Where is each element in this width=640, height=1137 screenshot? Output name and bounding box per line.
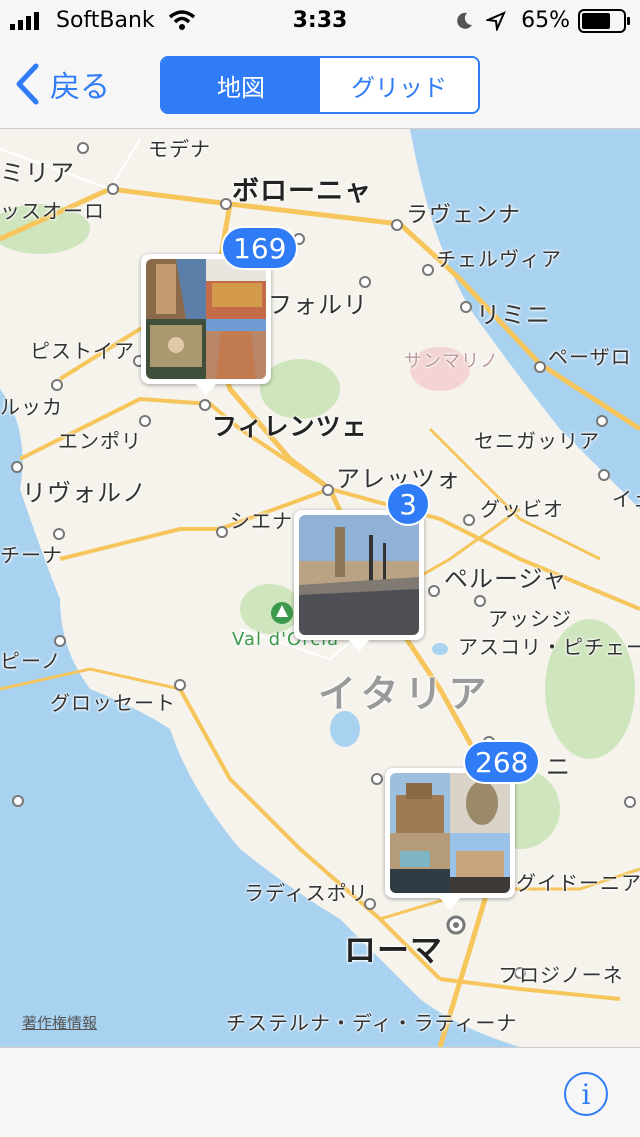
- map-label-cina: チーナ: [0, 543, 63, 567]
- map-label-modena: モデナ: [148, 137, 211, 161]
- location-arrow-icon: [486, 11, 506, 31]
- map-label-lucca: ルッカ: [0, 395, 63, 419]
- map-label-perugia: ペルージャ: [444, 565, 568, 593]
- map-label-roma: ローマ: [344, 931, 444, 969]
- map-label-siena: シエナ: [230, 509, 293, 533]
- battery-percent: 65%: [521, 8, 570, 33]
- segment-grid[interactable]: グリッド: [320, 58, 478, 112]
- map-label-gubbio: グッビオ: [480, 497, 564, 521]
- map-label-ladispoli: ラディスポリ: [244, 881, 369, 905]
- map-label-firenze: フィレンツェ: [212, 412, 368, 441]
- map-label-cervia: チェルヴィア: [436, 247, 562, 271]
- map-label-pesaro: ペーザロ: [548, 345, 632, 369]
- map-label-bologna: ボローニャ: [232, 176, 372, 207]
- map-label-frosinone: フロジノーネ: [498, 963, 624, 987]
- map-label-assisi: アッシジ: [488, 607, 572, 631]
- photo-thumbnail-collage: [390, 773, 510, 893]
- map-label-emilia: ミリア: [0, 159, 75, 187]
- map-label-cisterna: チステルナ・ディ・ラティーナ: [226, 1011, 518, 1035]
- map-label-rimini: リミニ: [476, 301, 551, 329]
- photo-count-badge: 169: [221, 226, 299, 270]
- photo-thumbnail: [299, 515, 419, 635]
- battery-icon: [578, 9, 630, 33]
- navigation-bar: 戻る 地図 グリッド: [0, 40, 640, 129]
- map-label-ascoli: アスコリ・ピチェー: [458, 635, 640, 659]
- photo-pin-rome[interactable]: 268: [385, 740, 541, 910]
- moon-icon: [457, 12, 472, 29]
- back-button[interactable]: 戻る: [14, 62, 110, 106]
- map-label-ravenna: ラヴェンナ: [406, 203, 522, 228]
- segment-map[interactable]: 地図: [162, 58, 320, 112]
- photo-thumbnail-collage: [146, 259, 266, 379]
- map-label-guidonia: グイドーニア: [516, 871, 640, 895]
- map-label-ie: イェ: [612, 487, 640, 511]
- map-label-pino: ピーノ: [0, 649, 62, 673]
- map-label-forli: フォルリ: [268, 291, 368, 319]
- map-label-terni: ニ: [546, 753, 571, 781]
- photo-count-badge: 3: [386, 482, 430, 526]
- map-view[interactable]: モデナ ミリア ッスオーロ ボローニャ ラヴェンナ チェルヴィア フォルリ リミ…: [0, 129, 640, 1047]
- photo-pin-val-dorcia[interactable]: 3: [294, 482, 430, 652]
- map-label-empoli: エンポリ: [58, 429, 142, 453]
- photo-count-badge: 268: [463, 740, 541, 784]
- map-label-sanmarino: サンマリノ: [404, 351, 499, 372]
- chevron-left-icon: [16, 63, 39, 105]
- map-label-grosseto: グロッセート: [50, 691, 176, 715]
- status-bar: SoftBank 3:33 65%: [0, 0, 640, 40]
- view-segmented-control[interactable]: 地図 グリッド: [160, 56, 480, 114]
- map-label-senigallia: セニガッリア: [474, 429, 600, 453]
- photo-pin-florence[interactable]: 169: [141, 226, 299, 396]
- back-label: 戻る: [50, 70, 110, 105]
- bottom-toolbar: i: [0, 1047, 640, 1137]
- info-icon[interactable]: i: [564, 1072, 608, 1116]
- legal-link[interactable]: 著作権情報: [22, 1012, 97, 1033]
- map-label-livorno: リヴォルノ: [22, 479, 147, 507]
- map-label-italy: イタリア: [318, 672, 493, 716]
- map-label-sassuolo: ッスオーロ: [0, 199, 105, 223]
- map-label-pistoia: ピストイア: [30, 339, 135, 363]
